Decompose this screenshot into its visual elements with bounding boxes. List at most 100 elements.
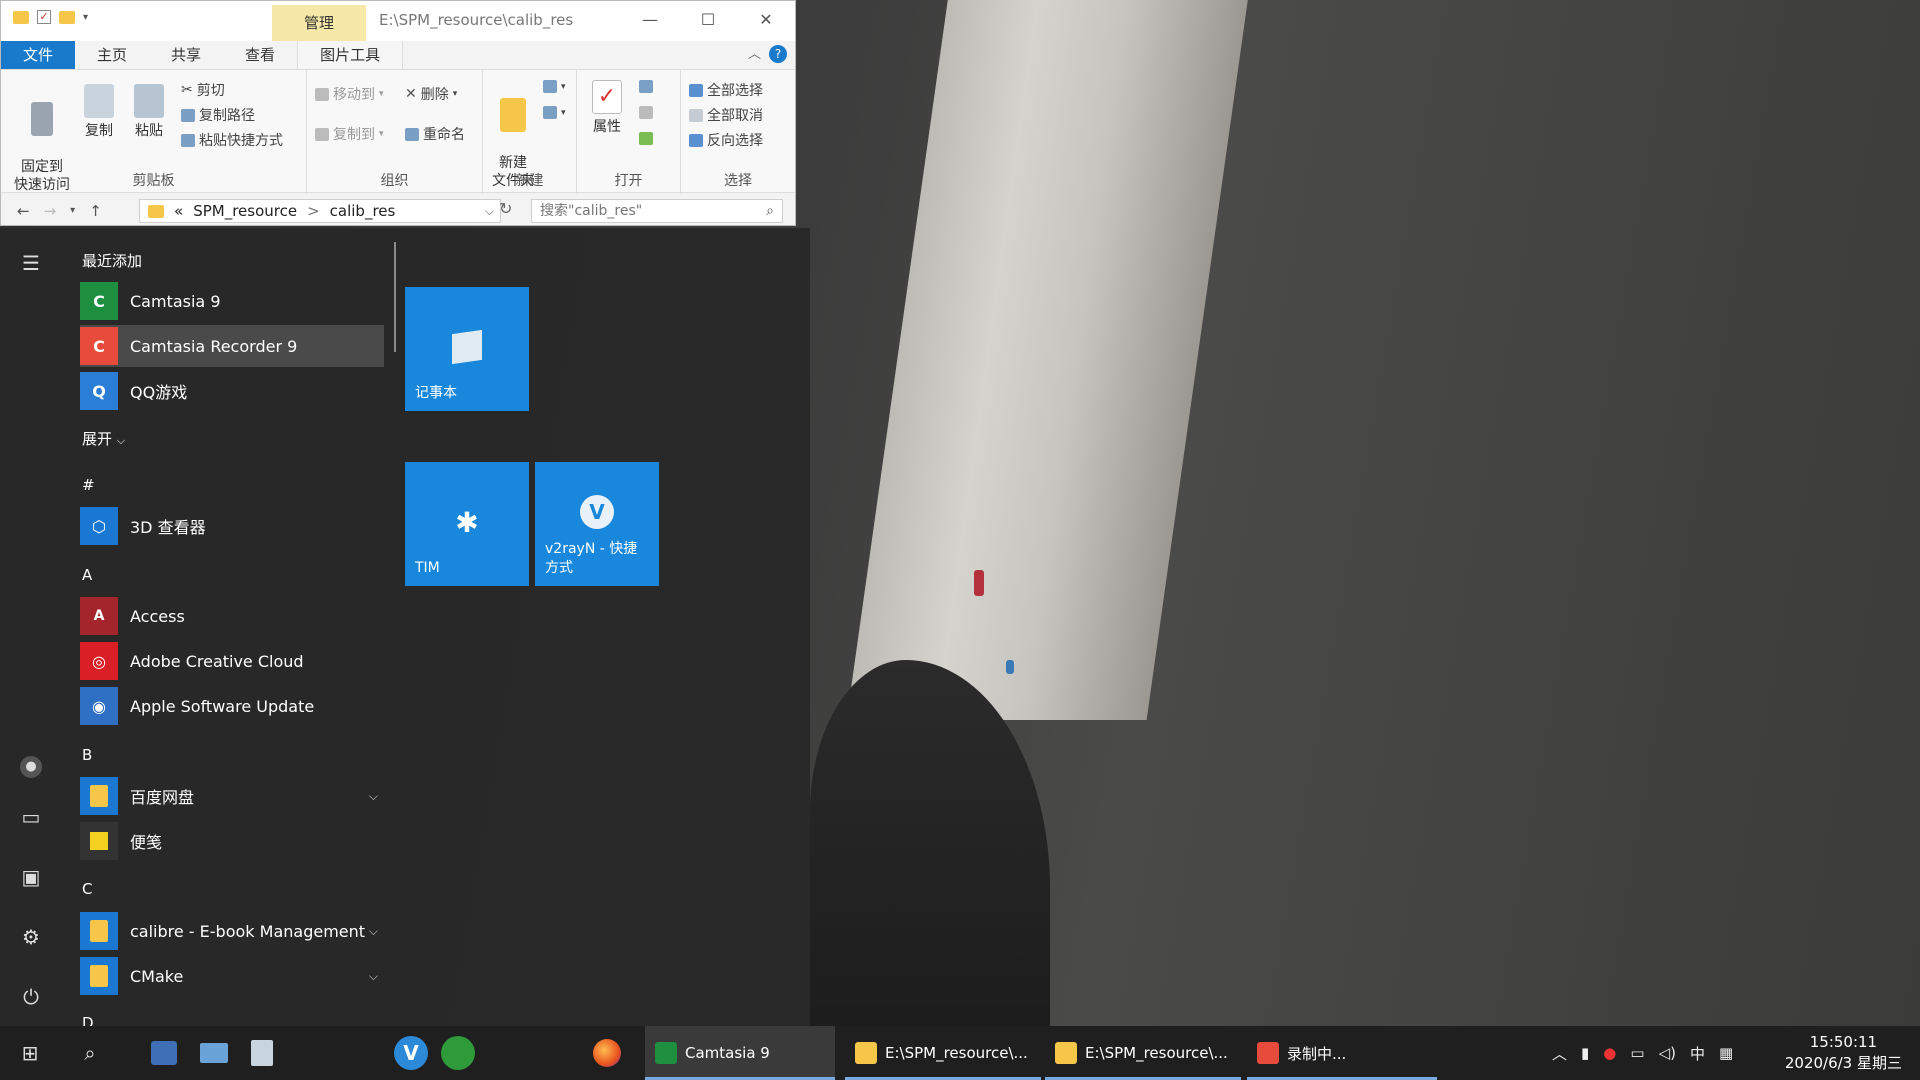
invert-selection-button[interactable]: 反向选择 bbox=[689, 130, 763, 150]
list-item[interactable]: calibre - E-book Management ⌵ bbox=[80, 910, 384, 952]
paste-shortcut-button[interactable]: 粘贴快捷方式 bbox=[181, 130, 283, 150]
chevron-down-icon[interactable]: ⌵ bbox=[369, 924, 378, 939]
list-item[interactable]: 便笺 bbox=[80, 820, 384, 862]
notepad-icon bbox=[447, 327, 487, 367]
back-arrow-icon[interactable]: ← bbox=[17, 202, 30, 220]
volume-icon[interactable]: ◁) bbox=[1659, 1044, 1676, 1062]
section-header-c[interactable]: C bbox=[82, 880, 92, 898]
easy-access-button[interactable]: ▾ bbox=[543, 106, 566, 119]
copy-button[interactable]: 复制 bbox=[79, 84, 119, 140]
battery-icon[interactable]: ▭ bbox=[1630, 1044, 1644, 1062]
forward-arrow-icon[interactable]: → bbox=[44, 202, 57, 220]
minimize-button[interactable]: — bbox=[621, 1, 679, 39]
list-item[interactable]: ◎ Adobe Creative Cloud bbox=[80, 640, 384, 682]
wallpaper-climber bbox=[1006, 660, 1014, 674]
taskbar-app-recorder[interactable]: 录制中... bbox=[1247, 1026, 1437, 1080]
history-button[interactable] bbox=[639, 132, 653, 145]
section-header-hash[interactable]: # bbox=[82, 476, 95, 494]
select-all-button[interactable]: 全部选择 bbox=[689, 80, 763, 100]
hamburger-menu-icon[interactable]: ☰ bbox=[18, 250, 44, 276]
v2rayn-taskbar-icon[interactable]: V bbox=[393, 1035, 429, 1071]
section-header-a[interactable]: A bbox=[82, 566, 92, 584]
list-item[interactable]: A Access bbox=[80, 595, 384, 637]
refresh-icon[interactable]: ↻ bbox=[499, 199, 512, 218]
list-item[interactable]: Q QQ游戏 bbox=[80, 370, 384, 412]
open-icon bbox=[639, 80, 653, 93]
paste-button[interactable]: 粘贴 bbox=[129, 84, 169, 140]
breadcrumb-separator[interactable]: > bbox=[307, 202, 320, 220]
section-header-b[interactable]: B bbox=[82, 746, 92, 764]
scrollbar[interactable] bbox=[394, 242, 396, 352]
list-item[interactable]: C Camtasia Recorder 9 bbox=[80, 325, 384, 367]
properties-button[interactable]: ✓ 属性 bbox=[589, 80, 625, 136]
tile-notepad[interactable]: 记事本 bbox=[405, 287, 529, 411]
chevron-down-icon[interactable]: ⌵ bbox=[369, 969, 378, 984]
tab-manage[interactable]: 管理 bbox=[272, 5, 366, 41]
help-icon[interactable]: ? bbox=[769, 45, 787, 63]
user-avatar-icon[interactable]: ● bbox=[20, 756, 42, 778]
chevron-down-icon[interactable]: ⌵ bbox=[485, 204, 494, 219]
tab-share[interactable]: 共享 bbox=[149, 41, 223, 69]
search-input[interactable]: 搜索"calib_res" ⌕ bbox=[531, 199, 783, 223]
up-arrow-icon[interactable]: ↑ bbox=[89, 202, 102, 220]
documents-icon[interactable]: ▭ bbox=[18, 804, 44, 830]
list-item[interactable]: CMake ⌵ bbox=[80, 955, 384, 997]
recycle-bin-icon[interactable] bbox=[244, 1035, 280, 1071]
tab-picture-tools[interactable]: 图片工具 bbox=[297, 41, 404, 69]
qq-tray-icon[interactable]: ● bbox=[1603, 1044, 1616, 1062]
firefox-icon[interactable] bbox=[589, 1035, 625, 1071]
list-item[interactable]: C Camtasia 9 bbox=[80, 280, 384, 322]
move-to-button[interactable]: 移动到 ▾ bbox=[315, 84, 384, 104]
computer-icon[interactable] bbox=[196, 1035, 232, 1071]
new-folder-quick-icon[interactable] bbox=[59, 10, 75, 24]
new-item-button[interactable]: ▾ bbox=[543, 80, 566, 93]
quick-access-toolbar: ✓ ▾ bbox=[13, 10, 88, 24]
ime-indicator[interactable]: 中 bbox=[1690, 1043, 1705, 1064]
taskbar-app-camtasia[interactable]: Camtasia 9 bbox=[645, 1026, 835, 1080]
taskbar-app-explorer[interactable]: E:\SPM_resource\... bbox=[1045, 1026, 1241, 1080]
copy-to-button[interactable]: 复制到 ▾ bbox=[315, 124, 384, 144]
settings-gear-icon[interactable]: ⚙ bbox=[18, 924, 44, 950]
address-bar[interactable]: « SPM_resource > calib_res ⌵ bbox=[139, 199, 501, 223]
tab-file[interactable]: 文件 bbox=[1, 41, 76, 69]
edit-button[interactable] bbox=[639, 106, 653, 119]
show-hidden-icons-icon[interactable]: ︿ bbox=[1552, 1043, 1567, 1064]
tile-tim[interactable]: ✱ TIM bbox=[405, 462, 529, 586]
taskbar-app-explorer[interactable]: E:\SPM_resource\... bbox=[845, 1026, 1041, 1080]
maximize-button[interactable]: ☐ bbox=[679, 1, 737, 39]
microphone-icon[interactable]: ▮ bbox=[1581, 1044, 1589, 1062]
windows-start-icon[interactable]: ⊞ bbox=[12, 1035, 48, 1071]
delete-button[interactable]: ✕ 删除 ▾ bbox=[405, 84, 457, 104]
list-item[interactable]: ⬡ 3D 查看器 bbox=[80, 505, 384, 547]
power-icon[interactable]: ⏻ bbox=[18, 984, 44, 1010]
expand-button[interactable]: 展开 ⌵ bbox=[82, 428, 125, 449]
breadcrumb-item[interactable]: calib_res bbox=[330, 202, 396, 220]
select-none-button[interactable]: 全部取消 bbox=[689, 105, 763, 125]
tile-v2rayn[interactable]: V v2rayN - 快捷 方式 bbox=[535, 462, 659, 586]
invert-selection-icon bbox=[689, 133, 703, 147]
search-icon[interactable]: ⌕ bbox=[72, 1035, 108, 1071]
tab-view[interactable]: 查看 bbox=[223, 41, 297, 69]
recent-locations-icon[interactable]: ▾ bbox=[70, 202, 75, 220]
green-app-icon[interactable] bbox=[440, 1035, 476, 1071]
list-item[interactable]: ◉ Apple Software Update bbox=[80, 685, 384, 727]
tile-label: 记事本 bbox=[415, 385, 457, 401]
breadcrumb-overflow[interactable]: « bbox=[174, 202, 183, 220]
cut-button[interactable]: ✂ 剪切 bbox=[181, 80, 225, 100]
tab-home[interactable]: 主页 bbox=[75, 41, 149, 69]
copy-path-button[interactable]: 复制路径 bbox=[181, 105, 255, 125]
properties-quick-icon[interactable]: ✓ bbox=[37, 10, 51, 24]
collapse-ribbon-icon[interactable]: ︿ bbox=[748, 43, 761, 62]
ime-mode-icon[interactable]: ▦ bbox=[1719, 1044, 1733, 1062]
breadcrumb-item[interactable]: SPM_resource bbox=[193, 202, 297, 220]
rename-button[interactable]: 重命名 bbox=[405, 124, 465, 144]
chevron-down-icon[interactable]: ⌵ bbox=[369, 789, 378, 804]
clock[interactable]: 15:50:11 2020/6/3 星期三 bbox=[1785, 1032, 1902, 1074]
open-button[interactable] bbox=[639, 80, 653, 93]
chevron-down-icon[interactable]: ▾ bbox=[83, 12, 88, 23]
pictures-icon[interactable]: ▣ bbox=[18, 864, 44, 890]
close-button[interactable]: ✕ bbox=[737, 1, 795, 39]
network-app-icon[interactable] bbox=[146, 1035, 182, 1071]
list-item[interactable]: 百度网盘 ⌵ bbox=[80, 775, 384, 817]
section-header-d[interactable]: D bbox=[82, 1014, 94, 1026]
